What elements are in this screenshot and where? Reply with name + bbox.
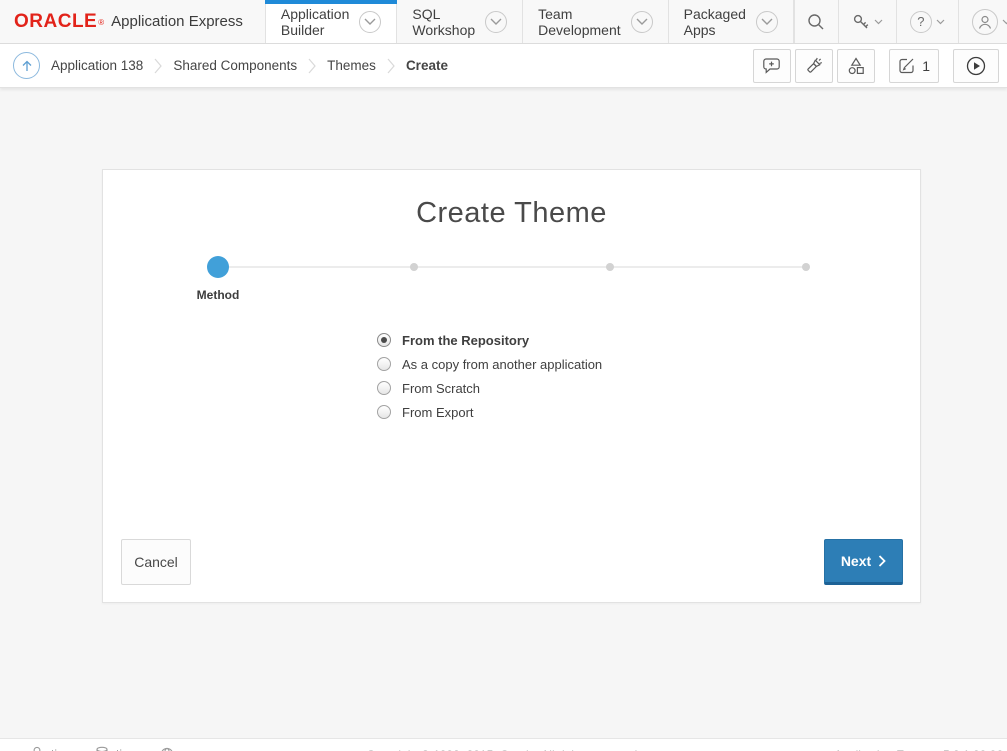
- up-level-icon[interactable]: [13, 52, 40, 79]
- radio-button-icon[interactable]: [377, 381, 391, 395]
- page-toolbar: 1: [753, 49, 999, 83]
- feedback-button[interactable]: [753, 49, 791, 83]
- progress-line: [218, 266, 806, 268]
- page-footer: tim tim en Copyright © 1999, 2015, Oracl…: [0, 738, 1007, 751]
- step-label: Method: [197, 288, 240, 302]
- tab-label: Application Builder: [281, 6, 350, 38]
- breadcrumb: Application 138 Shared Components Themes…: [51, 57, 448, 75]
- flashlight-icon: [804, 56, 824, 76]
- chevron-right-icon: [878, 555, 886, 567]
- breadcrumb-application[interactable]: Application 138: [51, 58, 143, 73]
- chevron-down-icon: [874, 19, 883, 25]
- current-step-dot: [207, 256, 229, 278]
- radio-button-icon[interactable]: [377, 405, 391, 419]
- administration-menu-button[interactable]: [838, 0, 896, 43]
- chevron-down-icon[interactable]: [631, 11, 653, 33]
- shapes-icon: [846, 56, 866, 76]
- search-button[interactable]: [794, 0, 838, 43]
- chevron-down-icon[interactable]: [485, 11, 507, 33]
- top-utility-icons: ?: [794, 0, 1007, 43]
- main-nav-tabs: Application Builder SQL Workshop Team De…: [265, 0, 794, 43]
- registered-mark: ®: [98, 18, 104, 27]
- wizard-progress-train: Method: [218, 256, 806, 306]
- tab-label: Packaged Apps: [684, 6, 746, 38]
- oracle-apex-logo: ORACLE® Application Express: [0, 0, 265, 43]
- tab-team-development[interactable]: Team Development: [523, 0, 669, 43]
- product-name: Application Express: [111, 13, 243, 30]
- user-avatar-icon: [972, 9, 998, 35]
- wizard-step-4: [802, 256, 810, 271]
- chevron-down-icon: [1002, 19, 1007, 25]
- wizard-title: Create Theme: [103, 197, 920, 230]
- tab-application-builder[interactable]: Application Builder: [265, 0, 398, 43]
- account-menu-button[interactable]: [958, 0, 1007, 43]
- wizard-step-3: [606, 256, 614, 271]
- shared-components-button[interactable]: [837, 49, 875, 83]
- wizard-step-2: [410, 256, 418, 271]
- search-icon: [807, 13, 825, 31]
- radio-button-icon[interactable]: [377, 333, 391, 347]
- tab-label: SQL Workshop: [412, 6, 475, 38]
- cancel-button[interactable]: Cancel: [121, 539, 191, 585]
- breadcrumb-separator-icon: [308, 57, 316, 75]
- create-theme-wizard-card: Create Theme Method From the Repository …: [102, 169, 921, 603]
- radio-option-from-scratch[interactable]: From Scratch: [377, 381, 602, 395]
- next-button[interactable]: Next: [824, 539, 903, 585]
- edit-page-button[interactable]: 1: [889, 49, 939, 83]
- help-menu-button[interactable]: ?: [896, 0, 958, 43]
- radio-option-copy-from-application[interactable]: As a copy from another application: [377, 357, 602, 371]
- pending-step-dot: [410, 263, 418, 271]
- comment-plus-icon: [762, 56, 782, 75]
- edit-page-number: 1: [922, 58, 930, 74]
- run-application-button[interactable]: [953, 49, 999, 83]
- tab-label: Team Development: [538, 6, 621, 38]
- chevron-down-icon[interactable]: [359, 11, 381, 33]
- tab-sql-workshop[interactable]: SQL Workshop: [397, 0, 523, 43]
- wizard-step-method: Method: [207, 256, 229, 278]
- method-radio-group: From the Repository As a copy from anoth…: [377, 333, 602, 419]
- radio-option-from-export[interactable]: From Export: [377, 405, 602, 419]
- chevron-down-icon: [936, 19, 945, 25]
- radio-option-from-repository[interactable]: From the Repository: [377, 333, 602, 347]
- pending-step-dot: [606, 263, 614, 271]
- radio-button-icon[interactable]: [377, 357, 391, 371]
- pending-step-dot: [802, 263, 810, 271]
- play-icon: [965, 55, 987, 77]
- chevron-down-icon[interactable]: [756, 11, 778, 33]
- breadcrumb-themes[interactable]: Themes: [327, 58, 376, 73]
- oracle-logo-text: ORACLE: [14, 11, 97, 33]
- edit-pencil-icon: [898, 57, 915, 74]
- breadcrumb-shared-components[interactable]: Shared Components: [173, 58, 297, 73]
- top-navigation-bar: ORACLE® Application Express Application …: [0, 0, 1007, 44]
- admin-key-icon: [852, 13, 870, 31]
- advisor-button[interactable]: [795, 49, 833, 83]
- breadcrumb-separator-icon: [154, 57, 162, 75]
- help-icon: ?: [910, 11, 932, 33]
- tab-packaged-apps[interactable]: Packaged Apps: [669, 0, 794, 43]
- breadcrumb-create: Create: [406, 58, 448, 73]
- breadcrumb-separator-icon: [387, 57, 395, 75]
- breadcrumb-bar: Application 138 Shared Components Themes…: [0, 44, 1007, 88]
